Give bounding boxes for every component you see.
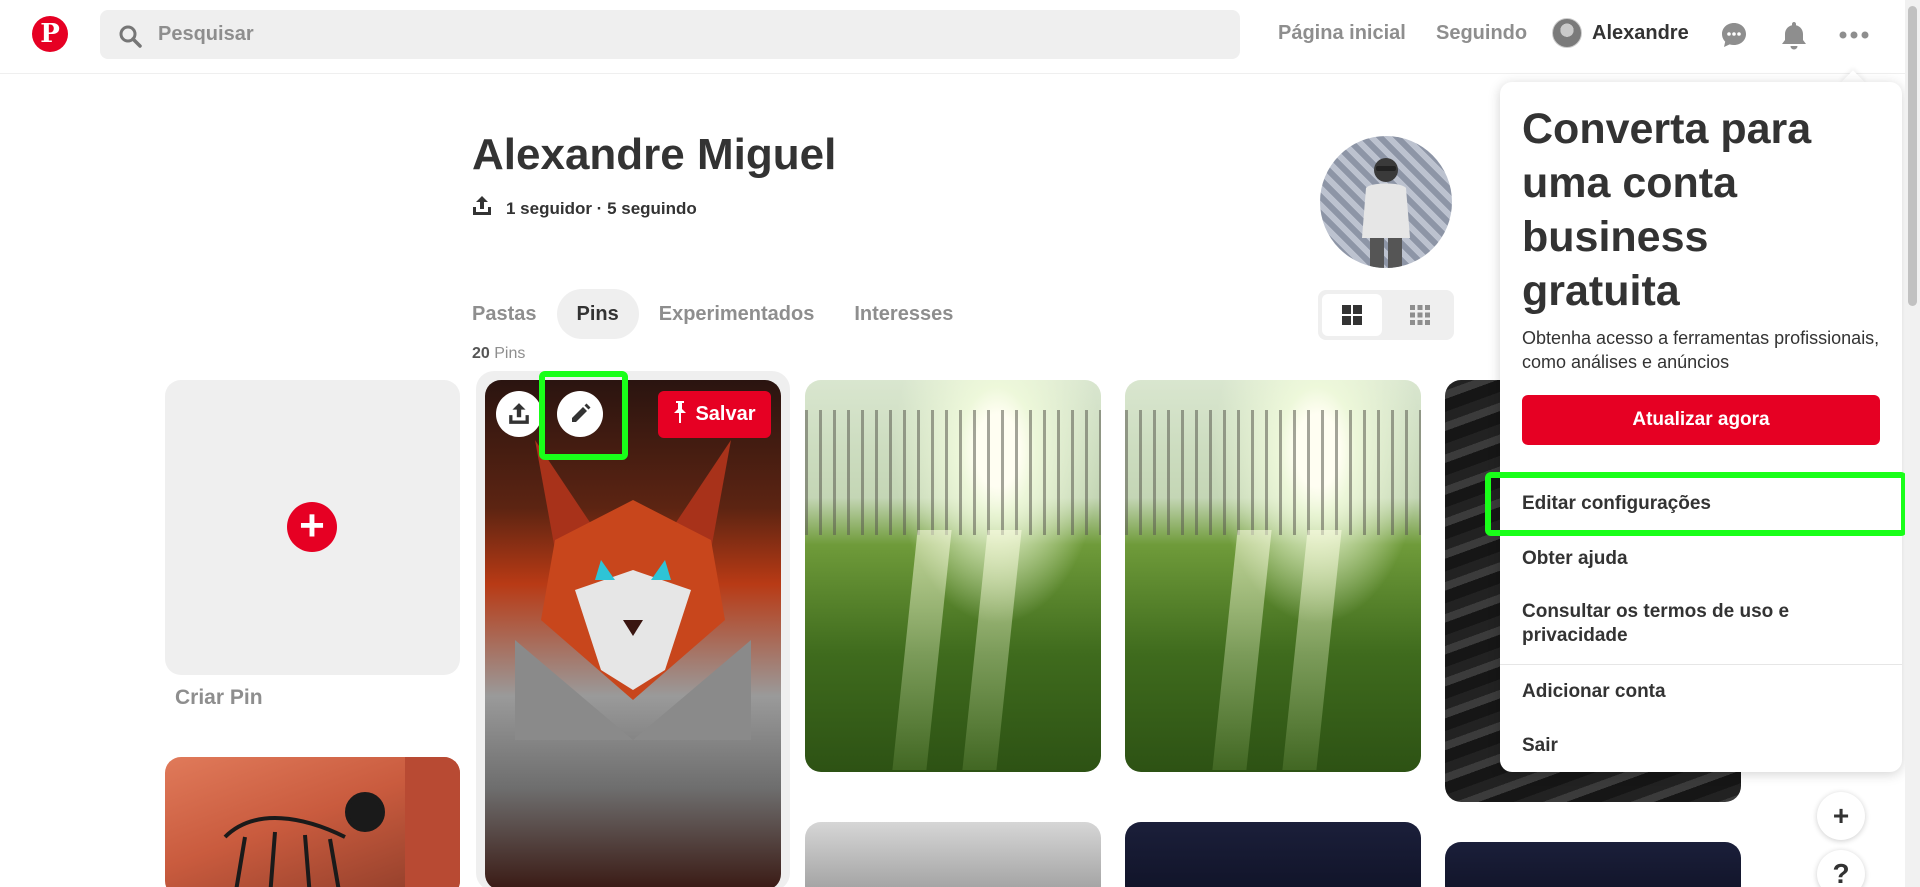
pin-count-label: Pins [494,345,526,362]
pin-count-number: 20 [472,345,490,362]
pin-image-navy-1[interactable] [1125,822,1421,887]
profile-avatar [1320,136,1452,268]
tab-pastas[interactable]: Pastas [472,289,557,339]
pin-image-grass-1[interactable] [805,380,1101,772]
upgrade-now-button[interactable]: Atualizar agora [1522,395,1880,445]
account-dropdown-menu: Converta para uma conta business gratuit… [1500,82,1902,772]
user-name: Alexandre [1592,21,1689,44]
notifications-bell-icon[interactable] [1777,18,1811,52]
messages-icon[interactable] [1717,18,1751,52]
upgrade-description: Obtenha acesso a ferramentas profissiona… [1522,328,1880,372]
light-beam-shape [892,530,952,770]
share-icon[interactable] [472,195,492,222]
save-pin-button[interactable]: Salvar [658,391,771,438]
profile-stats: 1 seguidor · 5 seguindo [472,195,697,222]
fence-shape [805,410,1101,535]
user-profile-link[interactable]: Alexandre [1552,18,1689,48]
pin-icon [673,400,687,429]
pin-image-gray[interactable] [805,822,1101,887]
search-icon [118,24,142,53]
add-icon: + [287,502,337,552]
add-floating-button[interactable]: + [1817,792,1865,840]
nav-home-link[interactable]: Página inicial [1278,22,1406,45]
light-beam-shape [1212,530,1272,770]
create-pin-card[interactable]: + [165,380,460,675]
avatar [1552,18,1582,48]
menu-item-get-help[interactable]: Obter ajuda [1522,547,1882,571]
upgrade-title: Converta para uma conta business gratuit… [1522,105,1812,315]
create-pin-label[interactable]: Criar Pin [175,686,263,710]
menu-item-edit-settings[interactable]: Editar configurações [1522,492,1882,516]
fence-shape [1125,410,1421,535]
more-options-icon[interactable] [1837,18,1871,52]
save-label: Salvar [695,403,756,425]
light-beam-shape [1282,530,1342,770]
top-header: P Página inicial Seguindo Alexandre [0,0,1920,74]
profile-name: Alexandre Miguel [472,130,837,179]
help-floating-button[interactable]: ? [1817,850,1865,887]
pin-count: 20 Pins [472,345,525,363]
tab-experimentados[interactable]: Experimentados [639,289,835,339]
edit-pin-button[interactable] [557,391,603,437]
profile-tabs: Pastas Pins Experimentados Interesses [472,289,973,339]
menu-item-add-account[interactable]: Adicionar conta [1522,680,1882,704]
menu-item-terms-privacy[interactable]: Consultar os termos de uso e privacidade [1522,600,1882,648]
light-beam-shape [962,530,1022,770]
share-pin-button[interactable] [496,391,542,437]
search-input[interactable] [158,10,1218,59]
nav-following-link[interactable]: Seguindo [1436,22,1527,45]
tab-pins[interactable]: Pins [556,289,639,339]
pin-image-grass-2[interactable] [1125,380,1421,772]
menu-item-logout[interactable]: Sair [1522,734,1882,758]
pinterest-logo-icon[interactable]: P [32,16,68,52]
search-bar[interactable] [100,10,1240,59]
view-toggle [1318,290,1454,340]
pin-image-fox[interactable] [485,380,781,887]
tab-interesses[interactable]: Interesses [834,289,973,339]
small-grid-view-icon[interactable] [1386,290,1454,340]
followers-following-text[interactable]: 1 seguidor · 5 seguindo [506,199,697,219]
scrollbar-thumb[interactable] [1908,6,1917,306]
scrollbar[interactable] [1905,0,1920,887]
pin-image-navy-2[interactable] [1445,842,1741,887]
menu-divider [1500,664,1902,665]
pin-image-skeleton[interactable] [165,757,460,887]
large-grid-view-icon[interactable] [1322,294,1382,336]
